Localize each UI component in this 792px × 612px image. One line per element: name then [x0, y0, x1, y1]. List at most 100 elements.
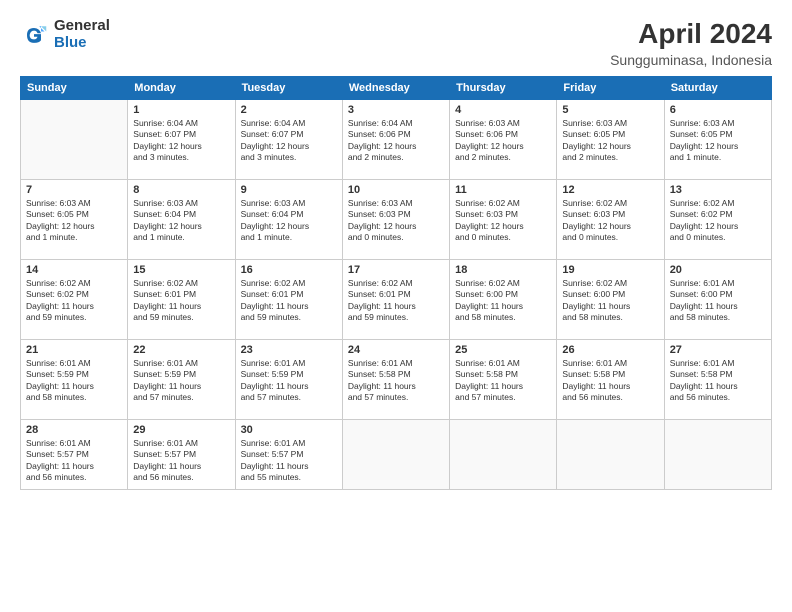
day-number: 14	[26, 264, 122, 276]
day-number: 6	[670, 104, 766, 116]
day-info: Sunrise: 6:03 AM Sunset: 6:06 PM Dayligh…	[455, 118, 551, 164]
calendar-cell: 20 Sunrise: 6:01 AM Sunset: 6:00 PM Dayli…	[664, 260, 771, 340]
calendar-cell	[450, 420, 557, 490]
day-info: Sunrise: 6:03 AM Sunset: 6:04 PM Dayligh…	[241, 198, 337, 244]
day-info: Sunrise: 6:03 AM Sunset: 6:05 PM Dayligh…	[562, 118, 658, 164]
weekday-header-tuesday: Tuesday	[235, 77, 342, 100]
day-info: Sunrise: 6:04 AM Sunset: 6:07 PM Dayligh…	[133, 118, 229, 164]
location-subtitle: Sungguminasa, Indonesia	[610, 52, 772, 68]
calendar-cell: 10 Sunrise: 6:03 AM Sunset: 6:03 PM Dayli…	[342, 180, 449, 260]
title-block: April 2024 Sungguminasa, Indonesia	[610, 18, 772, 68]
day-number: 25	[455, 344, 551, 356]
calendar-cell: 17Sunrise: 6:02 AM Sunset: 6:01 PM Dayli…	[342, 260, 449, 340]
day-info: Sunrise: 6:02 AM Sunset: 6:01 PM Dayligh…	[241, 278, 337, 324]
calendar-table: SundayMondayTuesdayWednesdayThursdayFrid…	[20, 76, 772, 490]
day-number: 1	[133, 104, 229, 116]
calendar-cell: 26Sunrise: 6:01 AM Sunset: 5:58 PM Dayli…	[557, 340, 664, 420]
day-info: Sunrise: 6:01 AM Sunset: 5:59 PM Dayligh…	[26, 358, 122, 404]
day-number: 7	[26, 184, 122, 196]
logo: General Blue	[20, 18, 110, 51]
day-info: Sunrise: 6:02 AM Sunset: 6:01 PM Dayligh…	[133, 278, 229, 324]
logo-general-text: General	[54, 18, 110, 35]
logo-text: General Blue	[54, 18, 110, 51]
day-info: Sunrise: 6:02 AM Sunset: 6:03 PM Dayligh…	[562, 198, 658, 244]
calendar-cell: 14 Sunrise: 6:02 AM Sunset: 6:02 PM Dayli…	[21, 260, 128, 340]
month-title: April 2024	[610, 18, 772, 50]
day-number: 4	[455, 104, 551, 116]
calendar-cell: 22Sunrise: 6:01 AM Sunset: 5:59 PM Dayli…	[128, 340, 235, 420]
day-info: Sunrise: 6:01 AM Sunset: 5:58 PM Dayligh…	[670, 358, 766, 404]
day-info: Sunrise: 6:01 AM Sunset: 5:57 PM Dayligh…	[241, 438, 337, 484]
day-number: 29	[133, 424, 229, 436]
calendar-cell: 3 Sunrise: 6:04 AM Sunset: 6:06 PM Daylig…	[342, 100, 449, 180]
day-info: Sunrise: 6:02 AM Sunset: 6:02 PM Dayligh…	[26, 278, 122, 324]
day-number: 5	[562, 104, 658, 116]
calendar-cell: 19Sunrise: 6:02 AM Sunset: 6:00 PM Dayli…	[557, 260, 664, 340]
day-number: 23	[241, 344, 337, 356]
day-info: Sunrise: 6:04 AM Sunset: 6:06 PM Dayligh…	[348, 118, 444, 164]
calendar-cell: 7 Sunrise: 6:03 AM Sunset: 6:05 PM Daylig…	[21, 180, 128, 260]
calendar-cell: 28 Sunrise: 6:01 AM Sunset: 5:57 PM Dayli…	[21, 420, 128, 490]
logo-icon	[20, 21, 48, 49]
calendar-cell: 8 Sunrise: 6:03 AM Sunset: 6:04 PM Daylig…	[128, 180, 235, 260]
day-number: 8	[133, 184, 229, 196]
day-info: Sunrise: 6:03 AM Sunset: 6:03 PM Dayligh…	[348, 198, 444, 244]
day-number: 12	[562, 184, 658, 196]
day-number: 10	[348, 184, 444, 196]
calendar-cell: 2Sunrise: 6:04 AM Sunset: 6:07 PM Daylig…	[235, 100, 342, 180]
day-number: 26	[562, 344, 658, 356]
calendar-cell: 13Sunrise: 6:02 AM Sunset: 6:02 PM Dayli…	[664, 180, 771, 260]
week-row-1: 1 Sunrise: 6:04 AM Sunset: 6:07 PM Daylig…	[21, 100, 772, 180]
day-number: 24	[348, 344, 444, 356]
calendar-cell	[21, 100, 128, 180]
day-info: Sunrise: 6:02 AM Sunset: 6:00 PM Dayligh…	[562, 278, 658, 324]
day-info: Sunrise: 6:03 AM Sunset: 6:05 PM Dayligh…	[26, 198, 122, 244]
weekday-header-friday: Friday	[557, 77, 664, 100]
calendar-cell: 6 Sunrise: 6:03 AM Sunset: 6:05 PM Daylig…	[664, 100, 771, 180]
day-number: 30	[241, 424, 337, 436]
calendar-cell: 11Sunrise: 6:02 AM Sunset: 6:03 PM Dayli…	[450, 180, 557, 260]
calendar-cell: 9 Sunrise: 6:03 AM Sunset: 6:04 PM Daylig…	[235, 180, 342, 260]
calendar-cell: 5 Sunrise: 6:03 AM Sunset: 6:05 PM Daylig…	[557, 100, 664, 180]
calendar-cell: 25 Sunrise: 6:01 AM Sunset: 5:58 PM Dayli…	[450, 340, 557, 420]
calendar-cell: 15 Sunrise: 6:02 AM Sunset: 6:01 PM Dayli…	[128, 260, 235, 340]
day-number: 11	[455, 184, 551, 196]
week-row-2: 7 Sunrise: 6:03 AM Sunset: 6:05 PM Daylig…	[21, 180, 772, 260]
day-info: Sunrise: 6:03 AM Sunset: 6:04 PM Dayligh…	[133, 198, 229, 244]
day-info: Sunrise: 6:02 AM Sunset: 6:01 PM Dayligh…	[348, 278, 444, 324]
day-info: Sunrise: 6:03 AM Sunset: 6:05 PM Dayligh…	[670, 118, 766, 164]
calendar-cell	[342, 420, 449, 490]
weekday-header-thursday: Thursday	[450, 77, 557, 100]
calendar-cell: 12 Sunrise: 6:02 AM Sunset: 6:03 PM Dayli…	[557, 180, 664, 260]
day-info: Sunrise: 6:01 AM Sunset: 6:00 PM Dayligh…	[670, 278, 766, 324]
calendar-cell	[664, 420, 771, 490]
day-info: Sunrise: 6:01 AM Sunset: 5:58 PM Dayligh…	[348, 358, 444, 404]
day-number: 15	[133, 264, 229, 276]
header: General Blue April 2024 Sungguminasa, In…	[20, 18, 772, 68]
calendar-cell: 21 Sunrise: 6:01 AM Sunset: 5:59 PM Dayli…	[21, 340, 128, 420]
day-number: 27	[670, 344, 766, 356]
calendar-cell: 1 Sunrise: 6:04 AM Sunset: 6:07 PM Daylig…	[128, 100, 235, 180]
weekday-header-row: SundayMondayTuesdayWednesdayThursdayFrid…	[21, 77, 772, 100]
weekday-header-monday: Monday	[128, 77, 235, 100]
page: General Blue April 2024 Sungguminasa, In…	[0, 0, 792, 612]
day-number: 13	[670, 184, 766, 196]
day-info: Sunrise: 6:01 AM Sunset: 5:59 PM Dayligh…	[133, 358, 229, 404]
week-row-5: 28 Sunrise: 6:01 AM Sunset: 5:57 PM Dayli…	[21, 420, 772, 490]
calendar-cell: 18Sunrise: 6:02 AM Sunset: 6:00 PM Dayli…	[450, 260, 557, 340]
day-info: Sunrise: 6:01 AM Sunset: 5:58 PM Dayligh…	[455, 358, 551, 404]
weekday-header-wednesday: Wednesday	[342, 77, 449, 100]
logo-blue-text: Blue	[54, 35, 110, 52]
weekday-header-sunday: Sunday	[21, 77, 128, 100]
day-number: 21	[26, 344, 122, 356]
day-number: 18	[455, 264, 551, 276]
week-row-3: 14 Sunrise: 6:02 AM Sunset: 6:02 PM Dayli…	[21, 260, 772, 340]
day-number: 9	[241, 184, 337, 196]
day-number: 3	[348, 104, 444, 116]
day-info: Sunrise: 6:01 AM Sunset: 5:57 PM Dayligh…	[26, 438, 122, 484]
day-number: 20	[670, 264, 766, 276]
calendar-cell: 16Sunrise: 6:02 AM Sunset: 6:01 PM Dayli…	[235, 260, 342, 340]
day-number: 28	[26, 424, 122, 436]
calendar-cell	[557, 420, 664, 490]
day-info: Sunrise: 6:01 AM Sunset: 5:57 PM Dayligh…	[133, 438, 229, 484]
